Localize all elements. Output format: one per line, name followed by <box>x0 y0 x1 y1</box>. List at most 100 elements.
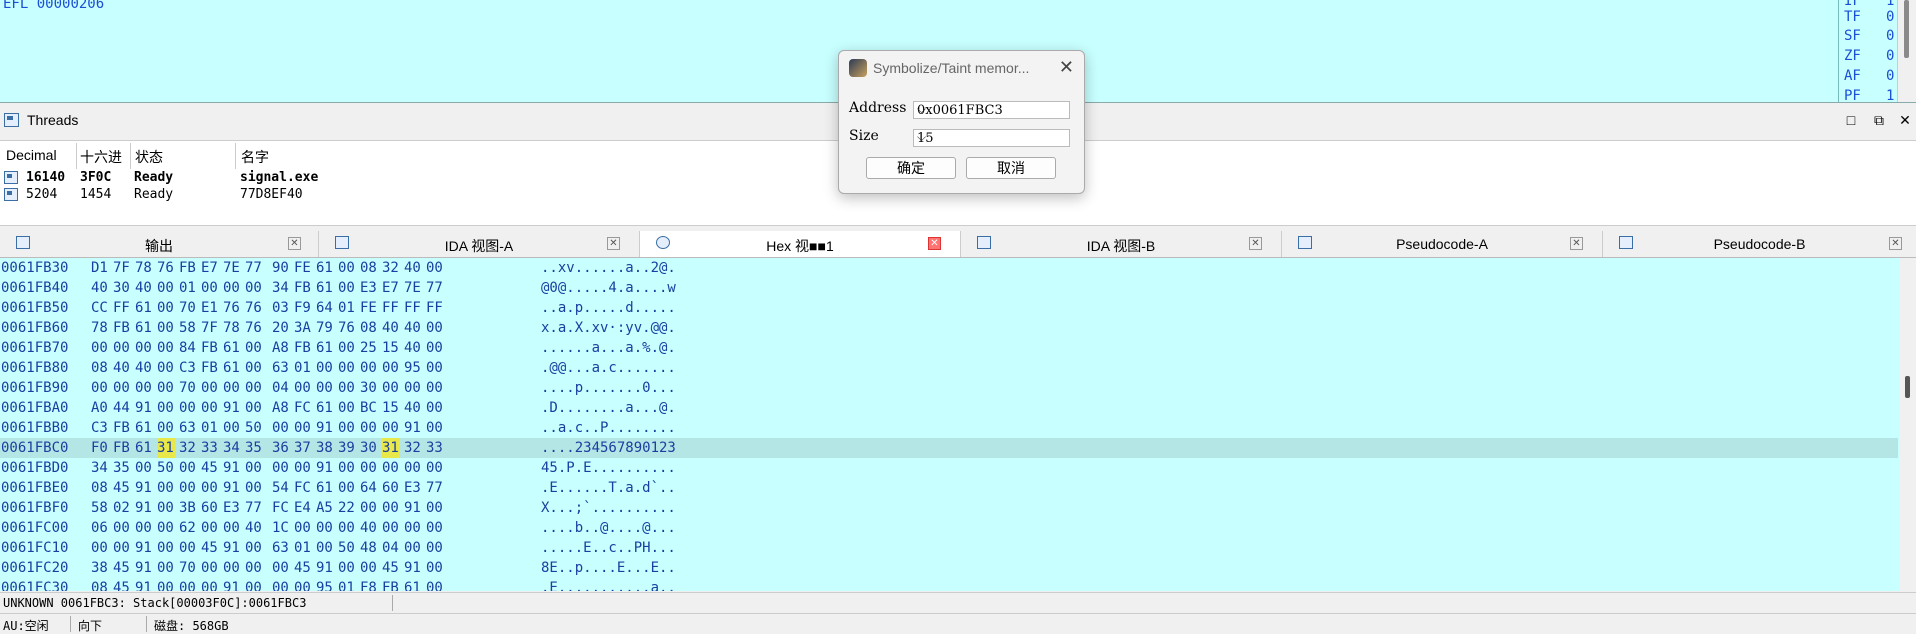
hex-byte[interactable]: 00 <box>157 498 175 518</box>
hex-byte[interactable]: 00 <box>245 478 263 498</box>
hex-byte[interactable]: 33 <box>201 438 219 458</box>
hex-line[interactable]: 0061FB40 40 30 40 00 01 00 00 00 34 FB 61 00 E3 E7 7E 77… <box>0 278 1898 298</box>
hex-ascii[interactable]: .E......T.a.d`.. <box>541 478 676 498</box>
hex-byte[interactable]: A0 <box>91 398 109 418</box>
hex-byte[interactable]: 45 <box>382 558 400 578</box>
hex-byte[interactable]: 61 <box>316 338 334 358</box>
hex-byte[interactable]: BC <box>360 398 378 418</box>
hex-byte[interactable]: 35 <box>113 458 131 478</box>
hex-byte[interactable]: 63 <box>179 418 197 438</box>
hex-byte[interactable]: 04 <box>382 538 400 558</box>
hex-byte[interactable]: 61 <box>316 478 334 498</box>
hex-byte[interactable]: CC <box>91 298 109 318</box>
hex-byte[interactable]: 61 <box>316 398 334 418</box>
hex-byte[interactable]: 00 <box>201 558 219 578</box>
hex-byte[interactable]: 91 <box>223 458 241 478</box>
hex-byte[interactable]: 00 <box>338 338 356 358</box>
hex-byte[interactable]: 00 <box>113 378 131 398</box>
hex-ascii[interactable]: .D........a...@. <box>541 398 676 418</box>
hex-byte[interactable]: 54 <box>272 478 290 498</box>
hex-byte[interactable]: FB <box>382 578 400 591</box>
hex-byte[interactable]: 00 <box>157 578 175 591</box>
column-divider[interactable] <box>235 143 236 169</box>
hex-byte[interactable]: 7F <box>113 258 131 278</box>
hex-byte[interactable]: 50 <box>338 538 356 558</box>
hex-byte[interactable]: C3 <box>91 418 109 438</box>
hex-byte[interactable]: 91 <box>223 398 241 418</box>
hex-byte[interactable]: 91 <box>404 498 422 518</box>
hex-byte[interactable]: 00 <box>201 518 219 538</box>
hex-line[interactable]: 0061FB50 CC FF 61 00 70 E1 76 76 03 F9 64 01 FE FF FF FF… <box>0 298 1898 318</box>
hex-ascii[interactable]: 8E..p....E...E.. <box>541 558 676 578</box>
hex-byte[interactable]: 7E <box>223 258 241 278</box>
hex-byte[interactable]: 00 <box>157 538 175 558</box>
hex-byte[interactable]: A5 <box>316 498 334 518</box>
hex-byte[interactable]: 00 <box>360 358 378 378</box>
hex-byte[interactable]: 00 <box>404 458 422 478</box>
hex-byte[interactable]: 91 <box>316 458 334 478</box>
hex-byte[interactable]: 00 <box>113 338 131 358</box>
hex-byte[interactable]: 34 <box>272 278 290 298</box>
hex-byte[interactable]: A8 <box>272 398 290 418</box>
hex-byte[interactable]: 00 <box>426 518 444 538</box>
hex-line[interactable]: 0061FB90 00 00 00 00 70 00 00 00 04 00 00 00 30 00 00 00… <box>0 378 1898 398</box>
hex-byte[interactable]: 00 <box>426 258 444 278</box>
hex-byte[interactable]: FB <box>113 318 131 338</box>
hex-byte[interactable]: 00 <box>404 378 422 398</box>
column-divider[interactable] <box>130 143 131 169</box>
hex-byte[interactable]: E1 <box>201 298 219 318</box>
hex-byte[interactable]: 00 <box>426 558 444 578</box>
hex-byte[interactable]: 40 <box>135 358 153 378</box>
hex-byte[interactable]: A8 <box>272 338 290 358</box>
hex-byte[interactable]: 63 <box>272 358 290 378</box>
hex-byte[interactable]: 00 <box>426 358 444 378</box>
hex-byte[interactable]: FB <box>113 418 131 438</box>
hex-byte[interactable]: 00 <box>338 258 356 278</box>
hex-byte[interactable]: 00 <box>382 498 400 518</box>
hex-byte[interactable]: FF <box>426 298 444 318</box>
hex-byte[interactable]: 00 <box>157 418 175 438</box>
hex-byte[interactable]: 91 <box>223 578 241 591</box>
hex-byte[interactable]: 00 <box>113 518 131 538</box>
hex-ascii[interactable]: 45.P.E.......... <box>541 458 676 478</box>
flag-sf[interactable]: SF 0 <box>1844 28 1894 46</box>
hex-byte[interactable]: 00 <box>426 378 444 398</box>
hex-byte[interactable]: 35 <box>245 438 263 458</box>
hex-ascii[interactable]: ....p.......0... <box>541 378 676 398</box>
hex-byte[interactable]: 00 <box>426 318 444 338</box>
hex-byte[interactable]: 00 <box>404 518 422 538</box>
close-icon[interactable]: ✕ <box>1059 57 1074 78</box>
thread-row[interactable]: 16140 3F0C Ready signal.exe <box>0 170 600 186</box>
hex-byte[interactable]: 40 <box>404 398 422 418</box>
hex-byte[interactable]: 77 <box>245 498 263 518</box>
hex-byte[interactable]: 45 <box>201 458 219 478</box>
hex-byte[interactable]: 00 <box>201 578 219 591</box>
hex-byte[interactable]: 00 <box>91 338 109 358</box>
hex-byte[interactable]: 00 <box>157 278 175 298</box>
hex-byte[interactable]: F9 <box>294 298 312 318</box>
hex-ascii[interactable]: .....E..c..PH... <box>541 538 676 558</box>
hex-byte[interactable]: 33 <box>426 438 444 458</box>
hex-byte[interactable]: 40 <box>404 318 422 338</box>
hex-byte[interactable]: 61 <box>404 578 422 591</box>
hex-byte[interactable]: 40 <box>404 258 422 278</box>
hex-byte[interactable]: 38 <box>91 558 109 578</box>
hex-byte[interactable]: 00 <box>157 398 175 418</box>
hex-byte[interactable]: 00 <box>179 398 197 418</box>
hex-byte[interactable]: 00 <box>179 578 197 591</box>
hex-byte[interactable]: 76 <box>338 318 356 338</box>
tab-close-icon[interactable]: ✕ <box>1570 237 1583 250</box>
hex-line[interactable]: 0061FB30 D1 7F 78 76 FB E7 7E 77 90 FE 61 00 08 32 40 00… <box>0 258 1898 278</box>
hex-byte[interactable]: 79 <box>316 318 334 338</box>
hex-byte[interactable]: 00 <box>426 398 444 418</box>
hex-byte[interactable]: 00 <box>179 458 197 478</box>
hex-byte[interactable]: 00 <box>294 418 312 438</box>
hex-byte[interactable]: FB <box>294 338 312 358</box>
hex-byte[interactable]: FC <box>294 478 312 498</box>
column-divider[interactable] <box>76 143 77 169</box>
hex-byte[interactable]: 78 <box>91 318 109 338</box>
hex-line[interactable]: 0061FBF0 58 02 91 00 3B 60 E3 77 FC E4 A5 22 00 00 91 00… <box>0 498 1898 518</box>
hex-byte[interactable]: 00 <box>245 538 263 558</box>
hex-byte[interactable]: 1C <box>272 518 290 538</box>
hex-byte[interactable]: 00 <box>135 338 153 358</box>
